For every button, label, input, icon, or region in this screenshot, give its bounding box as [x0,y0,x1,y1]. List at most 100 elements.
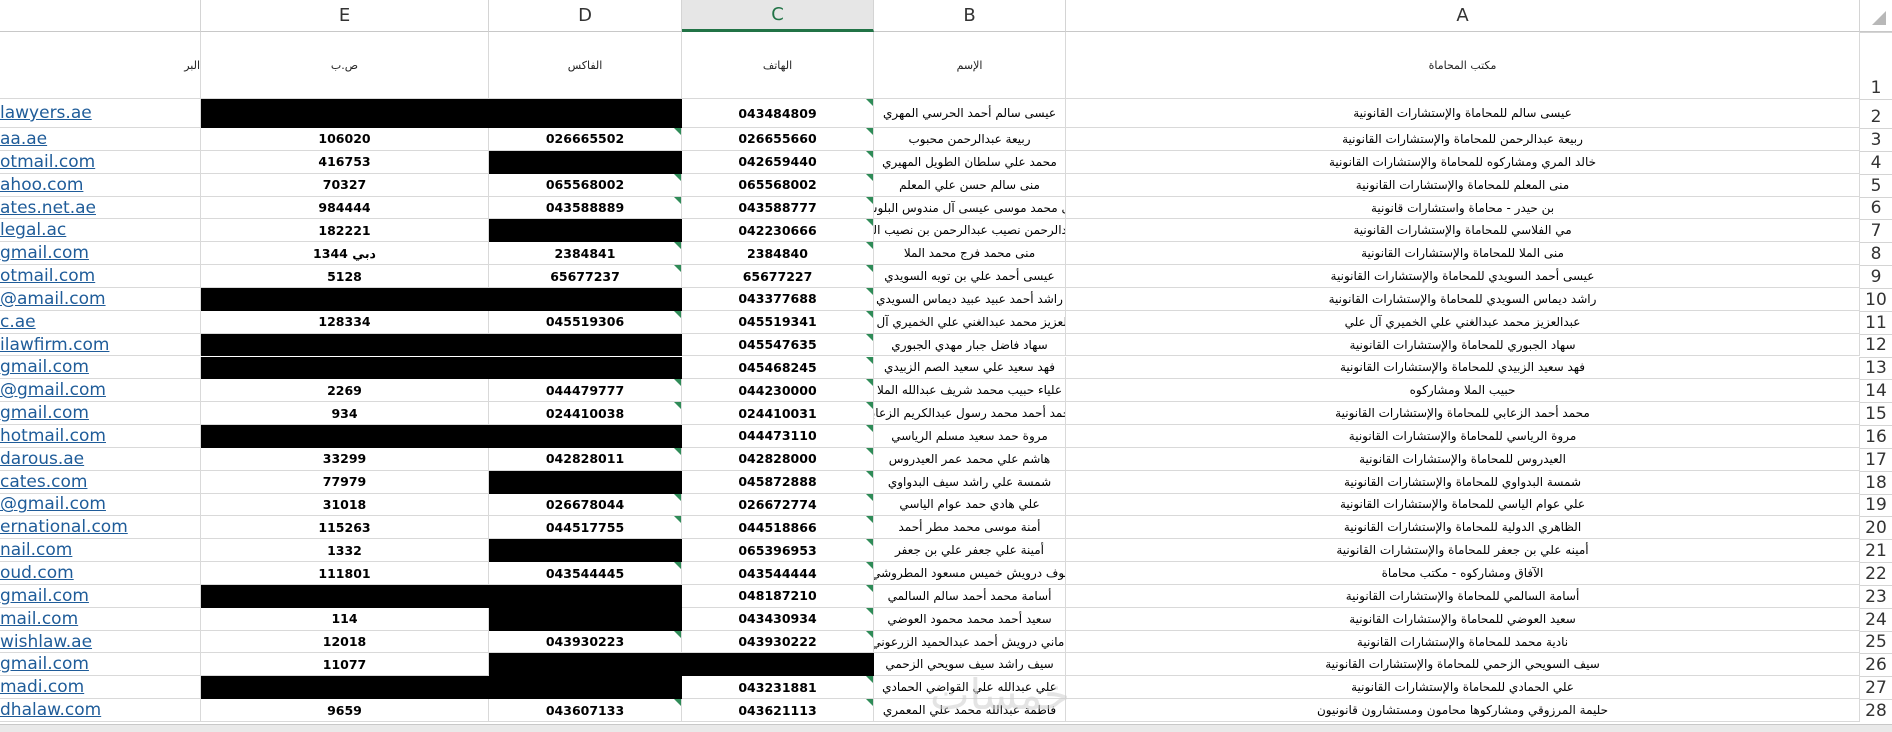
cell-a[interactable]: عيسى سالم للمحاماة والإستشارات القانونية [1066,99,1860,129]
cell-d[interactable]: 2384841 [489,242,682,266]
cell-a[interactable]: سهاد الجبوري للمحاماة والإستشارات القانو… [1066,333,1860,357]
cell-e[interactable]: 106020 [201,128,489,151]
row-header[interactable]: 28 [1860,699,1892,722]
select-all-corner[interactable] [1860,0,1892,32]
cell-e[interactable] [201,425,489,448]
cell-c[interactable]: 043930222 [682,630,874,654]
cell-c[interactable]: 042828000 [682,447,874,471]
email-link-cell[interactable]: hotmail.com [0,425,201,448]
cell-b[interactable]: عيسى أحمد علي بن تويه السويدي [874,265,1066,288]
cell-e[interactable]: 2269 [201,379,489,403]
cell-a[interactable]: منى الملا للمحاماة والإستشارات القانونية [1066,242,1860,266]
row-header[interactable]: 6 [1860,196,1892,220]
row-header[interactable]: 23 [1860,584,1892,608]
cell-e[interactable]: 33299 [201,447,489,471]
cell-a[interactable]: علي الحمادي للمحاماة والإستشارات القانون… [1066,676,1860,700]
email-link-cell[interactable]: lawyers.ae [0,99,201,129]
cell-e[interactable]: 31018 [201,493,489,517]
cell-c[interactable]: 026672774 [682,493,874,517]
header-cell-d[interactable]: الفاكس [489,32,682,99]
cell-e[interactable]: 984444 [201,196,489,220]
cell-d[interactable] [489,333,682,357]
cell-e[interactable]: 128334 [201,310,489,334]
cell-d[interactable]: 043607133 [489,699,682,722]
cell-d[interactable]: 045519306 [489,310,682,334]
cell-a[interactable]: نادية محمد للمحاماة والإستشارات القانوني… [1066,630,1860,654]
cell-a[interactable]: بن حيدر - محاماة واستشارات قانونية [1066,196,1860,220]
cell-d[interactable]: 043588889 [489,196,682,220]
cell-a[interactable]: الآفاق ومشاركوه - مكتب محاماة [1066,562,1860,585]
cell-d[interactable]: 024410038 [489,402,682,426]
cell-c[interactable]: 048187210 [682,584,874,608]
cell-c[interactable]: 045547635 [682,333,874,357]
cell-d[interactable] [489,470,682,494]
cell-c[interactable]: 2384840 [682,242,874,266]
cell-b[interactable]: مروة حمد سعيد مسلم الرياسي [874,425,1066,448]
row-header[interactable]: 18 [1860,470,1892,494]
email-link-cell[interactable]: aa.ae [0,128,201,151]
cell-a[interactable]: عيسى أحمد السويدي للمحاماة والإستشارات ا… [1066,265,1860,288]
row-header[interactable]: 7 [1860,219,1892,243]
cell-d[interactable]: 026665502 [489,128,682,151]
cell-d[interactable] [489,219,682,243]
row-header[interactable]: 9 [1860,265,1892,288]
cell-d[interactable] [489,150,682,174]
cell-a[interactable]: أمينه علي بن جعفر للمحاماة والإستشارات ا… [1066,539,1860,563]
cell-a[interactable]: منى المعلم للمحاماة والإستشارات القانوني… [1066,173,1860,197]
email-link-cell[interactable]: nail.com [0,539,201,563]
row-header[interactable]: 26 [1860,653,1892,677]
email-link-cell[interactable]: gmail.com [0,356,201,380]
column-header-b[interactable]: B [874,0,1066,32]
cell-b[interactable]: منى محمد موسى عيسى آل مندوس البلوشي [874,196,1066,220]
column-header-f[interactable] [0,0,201,32]
cell-b[interactable]: عبدالعزيز محمد عبدالغني علي الخميري آل ع… [874,310,1066,334]
cell-d[interactable] [489,99,682,129]
row-header[interactable]: 8 [1860,242,1892,266]
row-header[interactable]: 5 [1860,173,1892,197]
cell-d[interactable] [489,539,682,563]
cell-a[interactable]: محمد أحمد الزعابي للمحاماة والإستشارات ا… [1066,402,1860,426]
email-link-cell[interactable]: ernational.com [0,516,201,540]
cell-a[interactable]: عبدالعزيز محمد عبدالغني علي الخميري آل ع… [1066,310,1860,334]
cell-b[interactable]: راشد أحمد عبيد عبيد ديماس السويدي [874,287,1066,311]
row-header[interactable]: 21 [1860,539,1892,563]
row-header[interactable]: 22 [1860,562,1892,585]
cell-c[interactable]: 045872888 [682,470,874,494]
cell-c[interactable]: 043231881 [682,676,874,700]
email-link-cell[interactable]: gmail.com [0,242,201,266]
email-link-cell[interactable]: dhalaw.com [0,699,201,722]
cell-a[interactable]: راشد ديماس السويدي للمحاماة والإستشارات … [1066,287,1860,311]
cell-a[interactable]: العيدروس للمحاماة والإستشارات القانونية [1066,447,1860,471]
cell-c[interactable]: 024410031 [682,402,874,426]
cell-e[interactable]: 1332 [201,539,489,563]
cell-e[interactable] [201,356,489,380]
cell-a[interactable]: ربيعة عبدالرحمن للمحاماة والإستشارات الق… [1066,128,1860,151]
cell-a[interactable]: حبيب الملا ومشاركوه [1066,379,1860,403]
cell-c[interactable]: 045519341 [682,310,874,334]
email-link-cell[interactable]: otmail.com [0,150,201,174]
cell-b[interactable]: فهد سعيد علي سعيد الصم الزبيدي [874,356,1066,380]
cell-b[interactable]: أمينة علي جعفر علي بن جعفر [874,539,1066,563]
cell-c[interactable]: 043544444 [682,562,874,585]
email-link-cell[interactable]: @gmail.com [0,493,201,517]
email-link-cell[interactable]: ahoo.com [0,173,201,197]
cell-b[interactable]: مي عبدالرحمن نصيب عبدالرحمن بن نصيب الفل… [874,219,1066,243]
email-link-cell[interactable]: madi.com [0,676,201,700]
row-header[interactable]: 2 [1860,99,1892,129]
cell-b[interactable]: محمد علي سلطان الطويل المهيري [874,150,1066,174]
cell-a[interactable]: حليمة المرزوقي ومشاركوها محامون ومستشارو… [1066,699,1860,722]
cell-d[interactable]: 044479777 [489,379,682,403]
cell-e[interactable]: 9659 [201,699,489,722]
cell-c[interactable]: 044518866 [682,516,874,540]
cell-b[interactable]: أسامة محمد أحمد سالم السالمي [874,584,1066,608]
cell-e[interactable] [201,333,489,357]
cell-d[interactable] [489,356,682,380]
cell-d[interactable] [489,653,682,677]
cell-d[interactable]: 042828011 [489,447,682,471]
cell-b[interactable]: شمسة علي راشد سيف البدواوي [874,470,1066,494]
row-header[interactable]: 27 [1860,676,1892,700]
email-link-cell[interactable]: @amail.com [0,287,201,311]
row-header-1[interactable]: 1 [1860,32,1892,99]
cell-a[interactable]: أسامة السالمي للمحاماة والإستشارات القان… [1066,584,1860,608]
row-header[interactable]: 19 [1860,493,1892,517]
